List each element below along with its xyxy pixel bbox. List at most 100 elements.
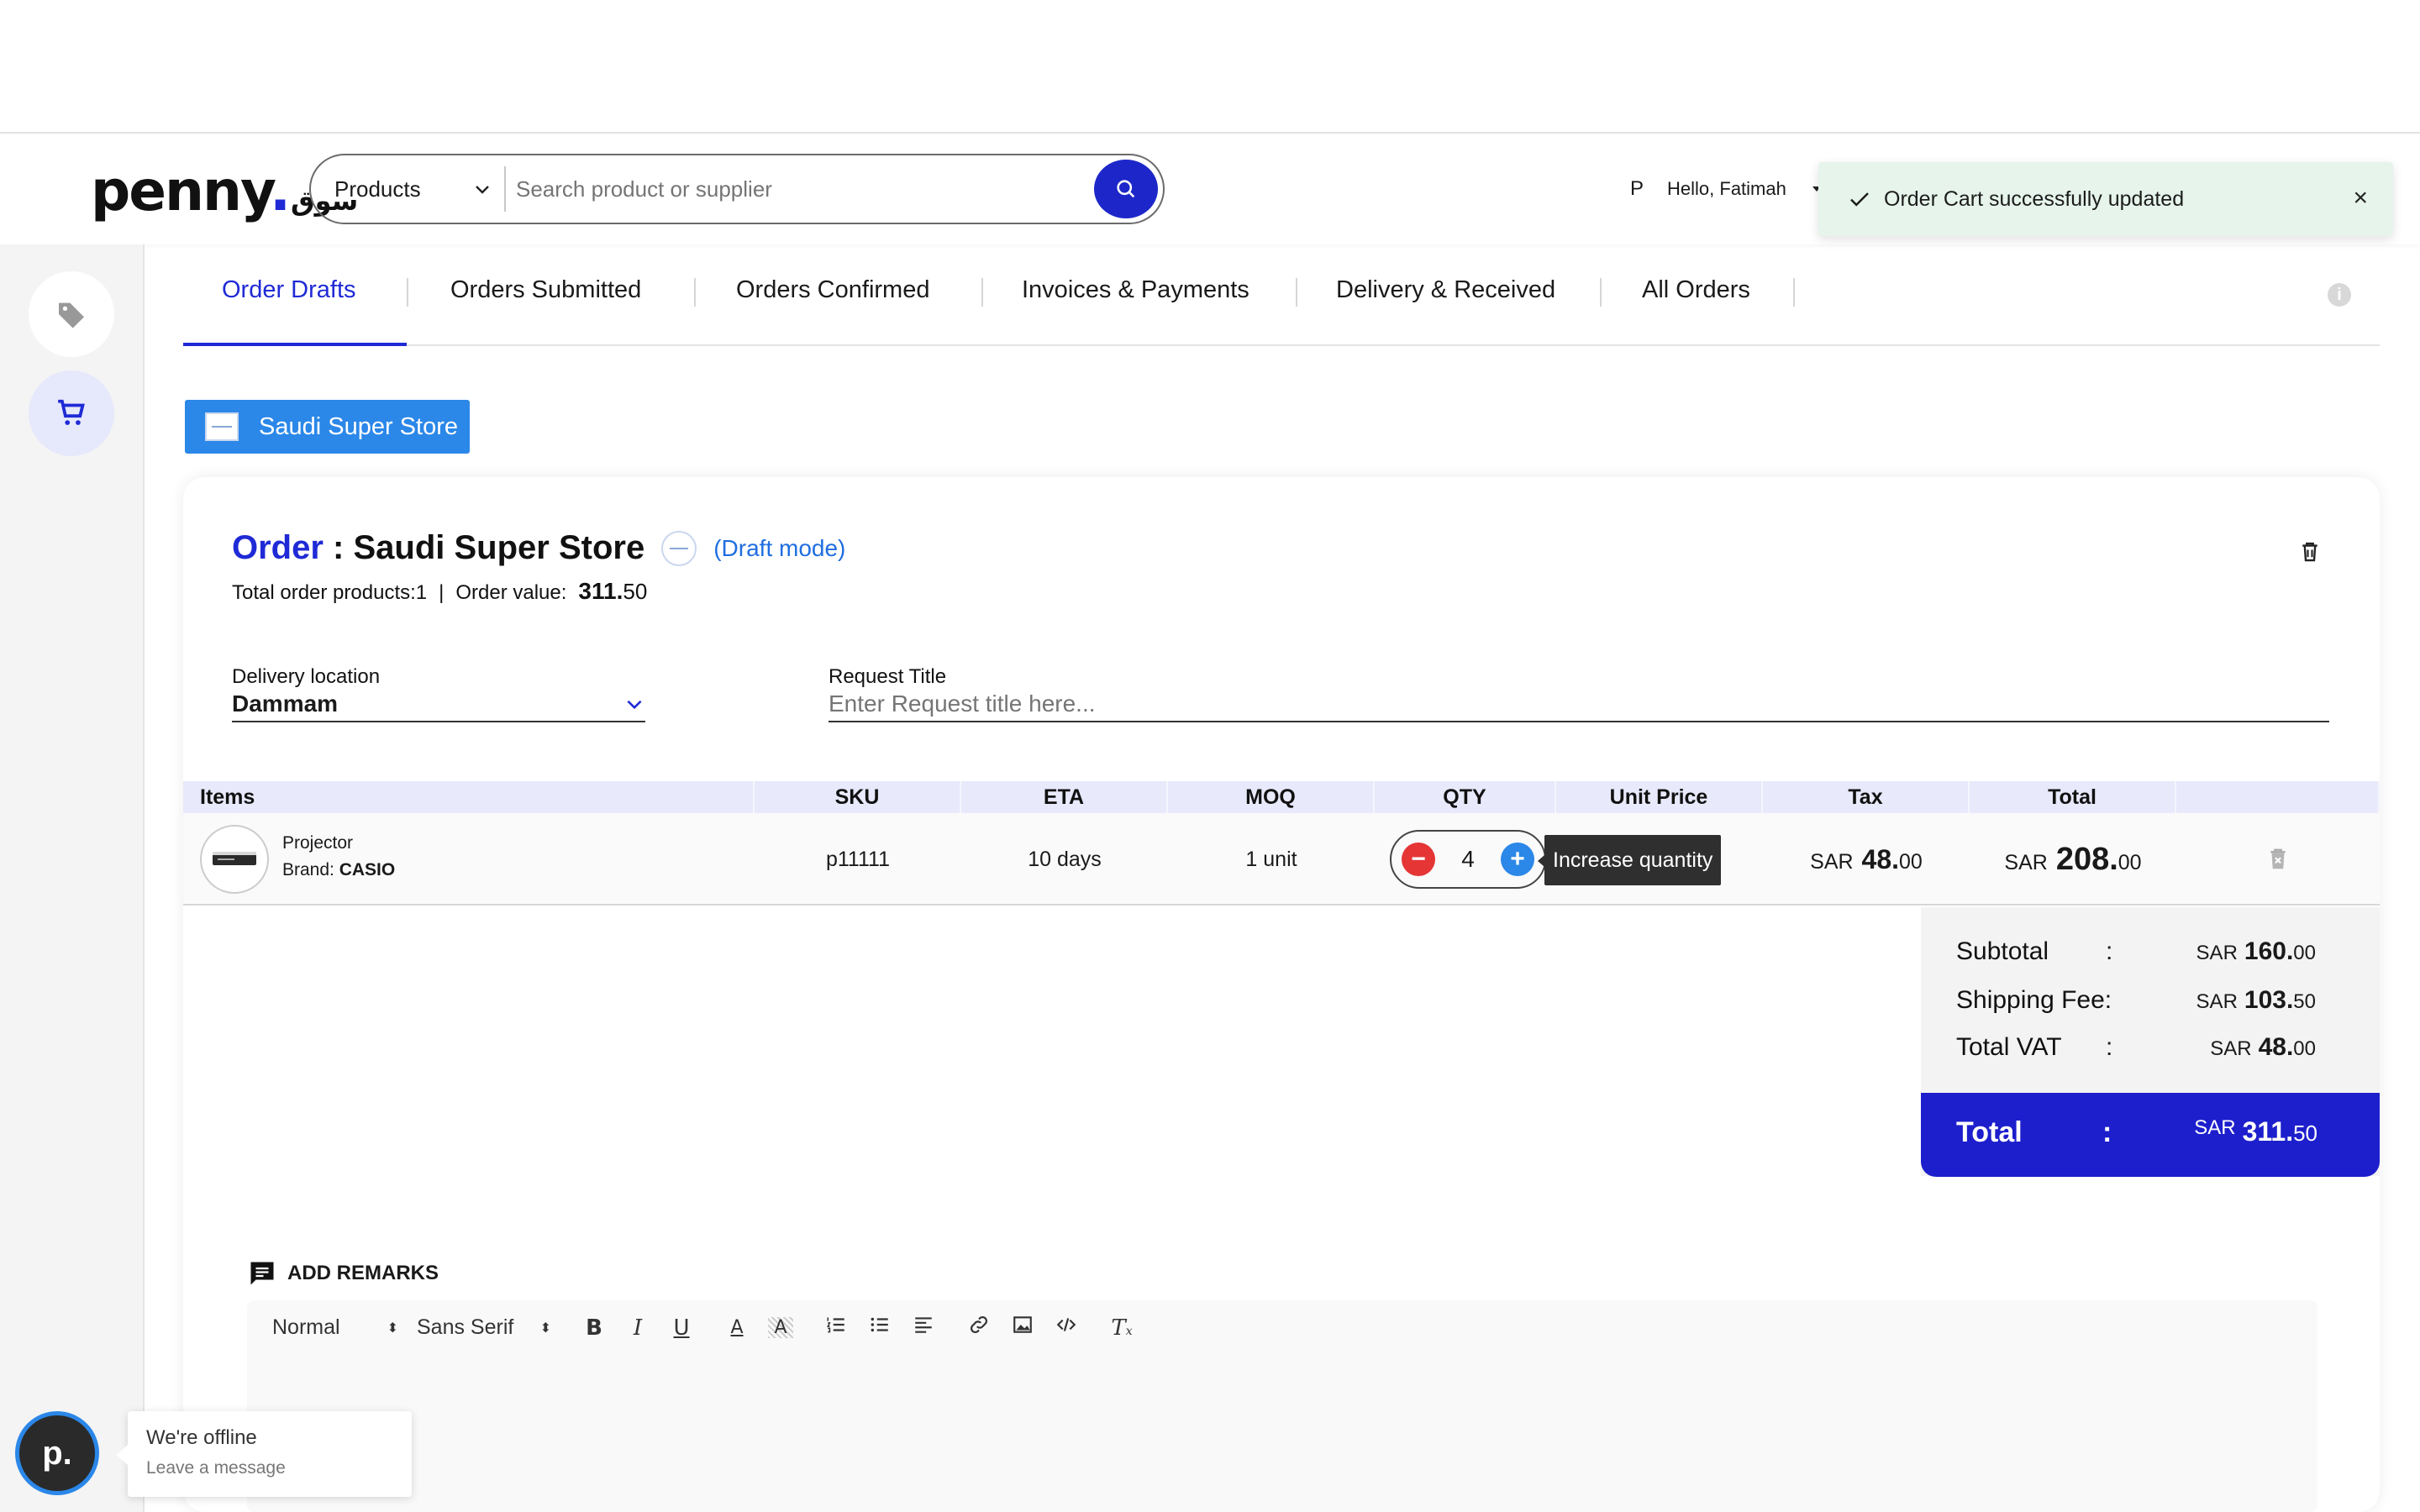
decrease-quantity-button[interactable]: − <box>1402 843 1435 876</box>
check-icon <box>1850 192 1869 207</box>
col-unit-price: Unit Price <box>1556 781 1763 813</box>
bold-button[interactable]: B <box>581 1315 607 1341</box>
clear-format-button[interactable]: Tx <box>1109 1315 1134 1341</box>
tab-invoices-payments[interactable]: Invoices & Payments <box>983 244 1296 346</box>
browser-blank-area <box>0 0 2420 134</box>
success-toast: Order Cart successfully updated × <box>1818 162 2393 236</box>
tab-orders-confirmed[interactable]: Orders Confirmed <box>696 244 981 346</box>
chevron-down-icon <box>476 186 489 194</box>
delivery-location-label: Delivery location <box>232 665 381 688</box>
tab-orders-submitted[interactable]: Orders Submitted <box>408 244 694 346</box>
chevron-down-icon <box>627 700 642 710</box>
product-brand: Brand: CASIO <box>282 860 396 879</box>
format-select[interactable]: Normal ⬍ <box>272 1315 398 1340</box>
col-moq: MOQ <box>1168 781 1375 813</box>
cart-icon <box>58 399 85 425</box>
col-items: Items <box>183 781 755 813</box>
chat-launcher-button[interactable]: p. <box>15 1411 99 1495</box>
col-qty: QTY <box>1375 781 1556 813</box>
toast-message: Order Cart successfully updated <box>1884 186 2185 211</box>
col-eta: ETA <box>961 781 1168 813</box>
link-button[interactable] <box>966 1314 992 1341</box>
tab-all-orders[interactable]: All Orders <box>1602 244 1793 346</box>
order-tabs: Order Drafts Orders Submitted Orders Con… <box>183 244 2380 346</box>
align-button[interactable] <box>911 1314 936 1341</box>
store-chip[interactable]: Saudi Super Store <box>185 400 470 454</box>
subtotal-label: Subtotal <box>1956 937 2049 965</box>
shipping-fee-value: SAR 103.50 <box>2196 986 2316 1014</box>
text-color-button[interactable]: A <box>724 1317 750 1338</box>
background-color-button[interactable]: A <box>768 1317 793 1338</box>
add-remarks-heading: ADD REMARKS <box>247 1258 439 1289</box>
tab-order-drafts[interactable]: Order Drafts <box>183 244 407 346</box>
grand-total: Total : SAR 311.50 <box>1921 1093 2380 1177</box>
eta-value: 10 days <box>1028 847 1102 871</box>
col-tax: Tax <box>1763 781 1970 813</box>
chat-action: Leave a message <box>146 1458 286 1478</box>
subtotal-value: SAR 160.00 <box>2196 937 2316 965</box>
user-menu[interactable]: P Hello, Fatimah <box>1630 177 1823 201</box>
total-value: SAR 208.00 <box>2004 841 2142 877</box>
quantity-value[interactable]: 4 <box>1461 846 1475 873</box>
search-icon <box>1117 180 1135 198</box>
ordered-list-button[interactable] <box>823 1314 849 1341</box>
trash-icon <box>2270 848 2286 869</box>
sku-value: p11111 <box>825 847 890 871</box>
grand-total-label: Total <box>1956 1116 2023 1148</box>
search-bar: Products <box>309 154 1165 224</box>
moq-value: 1 unit <box>1245 847 1297 871</box>
col-actions <box>2176 781 2380 813</box>
tax-value: SAR 48.00 <box>1810 843 1923 874</box>
remarks-editor[interactable]: Normal ⬍ Sans Serif ⬍ B I U A A Tx <box>247 1300 2317 1512</box>
draft-mode-label: (Draft mode) <box>713 534 846 561</box>
search-category-select[interactable]: Products <box>311 166 506 212</box>
quantity-stepper: − 4 + <box>1390 830 1546 889</box>
code-icon <box>1056 1318 1076 1331</box>
store-logo-icon <box>661 530 697 566</box>
tab-delivery-received[interactable]: Delivery & Received <box>1297 244 1600 346</box>
order-summary-line: Total order products:1 | Order value: 31… <box>232 578 648 604</box>
sidebar-products-button[interactable] <box>29 271 114 357</box>
delivery-location-select[interactable]: Dammam <box>232 687 645 722</box>
user-initial: P <box>1630 177 1644 200</box>
user-greeting: Hello, Fatimah <box>1667 178 1786 199</box>
grand-total-value: SAR 311.50 <box>2194 1116 2317 1147</box>
image-icon <box>1013 1316 1032 1333</box>
items-table-header: Items SKU ETA MOQ QTY Unit Price Tax Tot… <box>183 781 2380 813</box>
search-button[interactable] <box>1094 160 1158 218</box>
sidebar-cart-button[interactable] <box>29 370 114 456</box>
delete-item-button[interactable] <box>2176 813 2380 906</box>
order-card: Order : Saudi Super Store (Draft mode) T… <box>183 477 2380 1512</box>
image-button[interactable] <box>1010 1314 1035 1341</box>
info-icon[interactable]: i <box>2328 283 2351 307</box>
search-input[interactable] <box>506 176 1094 202</box>
tag-icon <box>59 302 84 328</box>
delete-order-button[interactable] <box>2297 539 2323 569</box>
projector-image <box>213 852 256 865</box>
bullet-list-button[interactable] <box>867 1314 892 1341</box>
shipping-fee-label: Shipping Fee: <box>1956 986 2112 1014</box>
request-title-input[interactable] <box>829 687 2329 722</box>
comment-icon <box>250 1262 274 1285</box>
chat-offline-message[interactable]: We're offline Leave a message <box>116 1411 412 1497</box>
ordered-list-icon <box>827 1317 844 1333</box>
align-left-icon <box>915 1317 932 1333</box>
order-title: Order : Saudi Super Store (Draft mode) <box>232 529 846 566</box>
col-total: Total <box>1970 781 2176 813</box>
product-name: Projector <box>282 833 354 853</box>
table-row: Projector Brand: CASIO p11111 10 days 1 … <box>183 813 2380 906</box>
code-button[interactable] <box>1054 1314 1079 1341</box>
toast-close-button[interactable]: × <box>2353 184 2368 213</box>
total-vat-label: Total VAT <box>1956 1033 2062 1061</box>
font-select[interactable]: Sans Serif ⬍ <box>417 1315 551 1340</box>
product-thumbnail[interactable] <box>200 825 269 894</box>
link-icon <box>971 1316 987 1333</box>
bullet-list-icon <box>871 1317 888 1332</box>
total-vat-value: SAR 48.00 <box>2210 1033 2316 1061</box>
increase-quantity-button[interactable]: + <box>1500 843 1534 876</box>
sidebar <box>0 244 145 1512</box>
underline-button[interactable]: U <box>669 1315 694 1341</box>
request-title-label: Request Title <box>829 665 947 688</box>
col-sku: SKU <box>755 781 961 813</box>
italic-button[interactable]: I <box>625 1315 650 1341</box>
